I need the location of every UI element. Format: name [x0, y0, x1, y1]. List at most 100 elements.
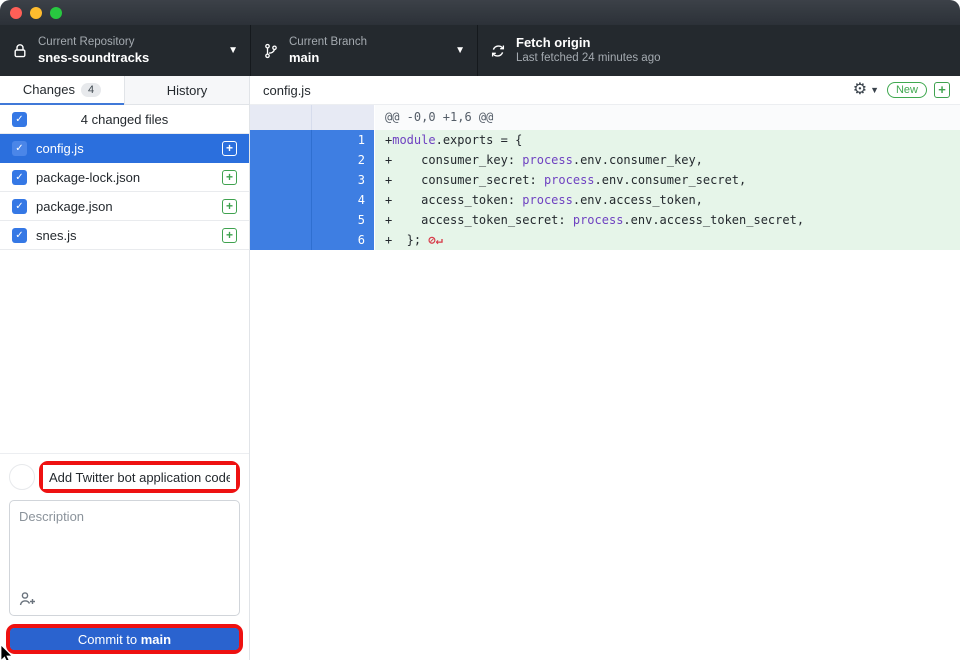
commit-description-field[interactable]: Description: [9, 500, 240, 616]
fetch-subtitle: Last fetched 24 minutes ago: [516, 51, 697, 66]
add-coauthor-icon[interactable]: [18, 590, 38, 608]
changed-files-header: 4 changed files ✓: [0, 105, 249, 134]
code-segment: .env.consumer_secret,: [595, 173, 747, 187]
chevron-down-icon: ▼: [455, 45, 465, 56]
file-row[interactable]: ✓ snes.js +: [0, 221, 249, 250]
chevron-down-icon: ▼: [228, 45, 238, 56]
file-name: package.json: [36, 199, 222, 214]
file-row[interactable]: ✓ package.json +: [0, 192, 249, 221]
file-list-empty-space: [0, 250, 249, 453]
added-status-icon: +: [934, 82, 950, 98]
current-repository-button[interactable]: Current Repository snes-soundtracks ▼: [0, 25, 250, 76]
old-line-number: [250, 170, 312, 190]
file-checkbox[interactable]: ✓: [12, 228, 27, 243]
new-line-number: 3: [312, 170, 374, 190]
tab-history[interactable]: History: [124, 76, 249, 105]
file-row[interactable]: ✓ config.js +: [0, 134, 249, 163]
tab-changes[interactable]: Changes 4: [0, 76, 124, 105]
diff-line-code: + access_token: process.env.access_token…: [375, 190, 960, 210]
code-segment: + consumer_secret:: [385, 173, 544, 187]
diff-added-line[interactable]: 4 + access_token: process.env.access_tok…: [250, 190, 960, 210]
commit-to-main-button[interactable]: Commit to main: [10, 628, 239, 650]
new-line-number: 5: [312, 210, 374, 230]
commit-button-text: Commit to: [78, 632, 141, 647]
fetch-origin-button[interactable]: Fetch origin Last fetched 24 minutes ago: [477, 25, 709, 76]
code-segment: + access_token:: [385, 193, 522, 207]
diff-line-gutter[interactable]: 5: [250, 210, 375, 230]
changed-files-list: ✓ config.js + ✓ package-lock.json + ✓ pa…: [0, 134, 249, 250]
repository-name: snes-soundtracks: [38, 50, 222, 66]
code-segment: process: [573, 213, 624, 227]
mouse-cursor: [0, 645, 14, 660]
hunk-header-text: @@ -0,0 +1,6 @@: [375, 105, 960, 130]
diff-pane: config.js ⚙ ▼ New + @@ -0,0 +1,6 @@ 1 +m…: [250, 76, 960, 660]
close-button[interactable]: [10, 7, 22, 19]
description-placeholder: Description: [19, 509, 84, 524]
diff-line-code: +module.exports = {: [375, 130, 960, 150]
code-segment: process: [544, 173, 595, 187]
code-segment: + consumer_key:: [385, 153, 522, 167]
old-line-number: [250, 150, 312, 170]
toolbar: Current Repository snes-soundtracks ▼ Cu…: [0, 25, 960, 76]
diff-added-line[interactable]: 3 + consumer_secret: process.env.consume…: [250, 170, 960, 190]
minimize-button[interactable]: [30, 7, 42, 19]
diff-added-line[interactable]: 1 +module.exports = {: [250, 130, 960, 150]
file-checkbox[interactable]: ✓: [12, 141, 27, 156]
fetch-title: Fetch origin: [516, 35, 697, 51]
diff-file-name: config.js: [263, 83, 853, 98]
lock-icon: [12, 43, 28, 59]
diff-line-code: + access_token_secret: process.env.acces…: [375, 210, 960, 230]
new-line-number: 2: [312, 150, 374, 170]
diff-line-gutter[interactable]: 2: [250, 150, 375, 170]
branch-label: Current Branch: [289, 35, 449, 50]
current-branch-button[interactable]: Current Branch main ▼: [250, 25, 477, 76]
diff-added-line[interactable]: 6 + }; ⊘↵: [250, 230, 960, 250]
added-status-icon: +: [222, 170, 237, 185]
code-segment: process: [522, 153, 573, 167]
new-file-badge: New: [887, 82, 927, 98]
select-all-checkbox[interactable]: ✓: [12, 112, 27, 127]
tab-history-label: History: [167, 83, 207, 98]
diff-line-gutter[interactable]: 4: [250, 190, 375, 210]
repository-label: Current Repository: [38, 35, 222, 50]
diff-added-line[interactable]: 5 + access_token_secret: process.env.acc…: [250, 210, 960, 230]
new-line-number: 6: [312, 230, 374, 250]
commit-form: Description Commit to main: [0, 453, 249, 660]
file-checkbox[interactable]: ✓: [12, 170, 27, 185]
changes-sidebar: Changes 4 History 4 changed files ✓ ✓ co…: [0, 76, 250, 660]
file-row[interactable]: ✓ package-lock.json +: [0, 163, 249, 192]
code-segment: .exports = {: [436, 133, 523, 147]
code-segment: + };: [385, 233, 428, 247]
diff-added-line[interactable]: 2 + consumer_key: process.env.consumer_k…: [250, 150, 960, 170]
code-segment: + access_token_secret:: [385, 213, 573, 227]
annotation-commit-highlight: Commit to main: [6, 624, 243, 654]
titlebar: [0, 0, 960, 25]
diff-line-code: + }; ⊘↵: [375, 230, 960, 250]
code-segment: process: [522, 193, 573, 207]
avatar: [9, 464, 35, 490]
changes-count-badge: 4: [81, 83, 101, 97]
code-segment: .env.access_token_secret,: [623, 213, 804, 227]
new-line-number: 4: [312, 190, 374, 210]
added-status-icon: +: [222, 141, 237, 156]
chevron-down-icon: ▼: [870, 85, 879, 95]
added-status-icon: +: [222, 199, 237, 214]
annotation-summary-highlight: [39, 461, 240, 493]
gear-icon[interactable]: ⚙: [853, 82, 867, 98]
file-name: snes.js: [36, 228, 222, 243]
diff-line-gutter[interactable]: 3: [250, 170, 375, 190]
diff-line-gutter[interactable]: 6: [250, 230, 375, 250]
old-line-number: [250, 210, 312, 230]
commit-summary-input[interactable]: [43, 465, 236, 489]
diff-line-gutter[interactable]: 1: [250, 130, 375, 150]
code-segment: .env.access_token,: [573, 193, 703, 207]
old-line-number: [250, 130, 312, 150]
diff-line-code: + consumer_key: process.env.consumer_key…: [375, 150, 960, 170]
zoom-button[interactable]: [50, 7, 62, 19]
new-line-number: 1: [312, 130, 374, 150]
code-segment: ⊘↵: [428, 233, 442, 247]
file-checkbox[interactable]: ✓: [12, 199, 27, 214]
diff-line-code: + consumer_secret: process.env.consumer_…: [375, 170, 960, 190]
sidebar-tabs: Changes 4 History: [0, 76, 249, 105]
git-branch-icon: [263, 43, 279, 59]
